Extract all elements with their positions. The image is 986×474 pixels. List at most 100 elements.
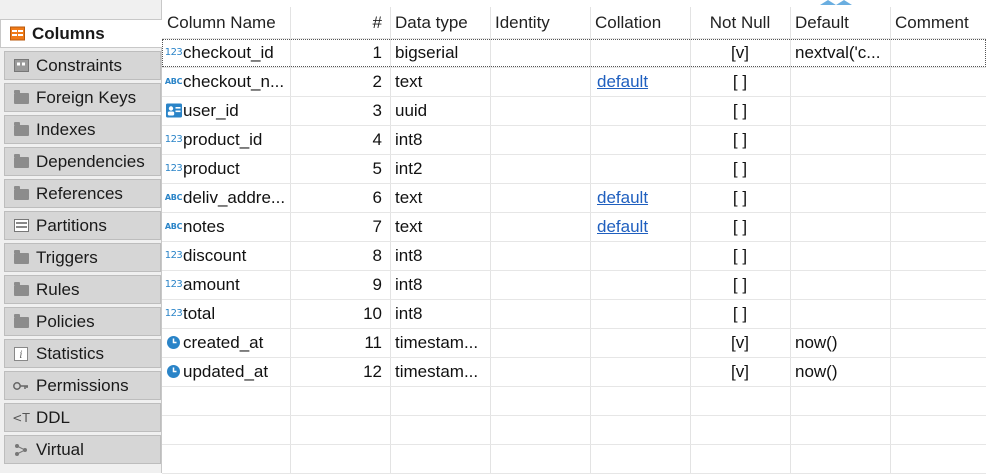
column-name-cell[interactable]: 123 discount (162, 241, 290, 270)
default-cell[interactable] (790, 96, 890, 125)
not-null-checkbox[interactable]: [ ] (690, 212, 790, 241)
column-name-cell[interactable]: 123 product (162, 154, 290, 183)
collation-cell[interactable] (590, 125, 690, 154)
comment-cell[interactable] (890, 299, 986, 328)
ordinal-cell[interactable]: 5 (290, 154, 390, 183)
column-name-cell[interactable]: ABC deliv_addre... (162, 183, 290, 212)
identity-cell[interactable] (490, 38, 590, 67)
type-cell[interactable]: uuid (390, 96, 490, 125)
ordinal-cell[interactable]: 9 (290, 270, 390, 299)
default-cell[interactable]: now() (790, 357, 890, 386)
column-name-cell[interactable]: 123 amount (162, 270, 290, 299)
tab-indexes[interactable]: Indexes (4, 115, 161, 144)
column-header-column-name[interactable]: Column Name (162, 8, 290, 38)
identity-cell[interactable] (490, 328, 590, 357)
collation-cell[interactable] (590, 96, 690, 125)
not-null-checkbox[interactable]: [ ] (690, 270, 790, 299)
identity-cell[interactable] (490, 67, 590, 96)
comment-cell[interactable] (890, 125, 986, 154)
collation-link[interactable]: default (597, 72, 648, 92)
type-cell[interactable]: int8 (390, 241, 490, 270)
identity-cell[interactable] (490, 270, 590, 299)
not-null-checkbox[interactable]: [ ] (690, 96, 790, 125)
collation-cell[interactable] (590, 299, 690, 328)
collation-cell[interactable] (590, 38, 690, 67)
column-name-cell[interactable]: 123 total (162, 299, 290, 328)
tab-rules[interactable]: Rules (4, 275, 161, 304)
collation-cell[interactable] (590, 154, 690, 183)
type-cell[interactable]: int8 (390, 125, 490, 154)
column-name-cell[interactable]: user_id (162, 96, 290, 125)
comment-cell[interactable] (890, 154, 986, 183)
not-null-checkbox[interactable]: [ ] (690, 154, 790, 183)
collation-cell[interactable] (590, 328, 690, 357)
not-null-checkbox[interactable]: [ ] (690, 241, 790, 270)
tab-references[interactable]: References (4, 179, 161, 208)
collation-cell[interactable]: default (590, 212, 690, 241)
tab-statistics[interactable]: i Statistics (4, 339, 161, 368)
comment-cell[interactable] (890, 212, 986, 241)
type-cell[interactable]: int8 (390, 270, 490, 299)
column-name-cell[interactable]: 123 product_id (162, 125, 290, 154)
default-cell[interactable] (790, 299, 890, 328)
collation-cell[interactable] (590, 270, 690, 299)
collation-cell[interactable]: default (590, 67, 690, 96)
tab-partitions[interactable]: Partitions (4, 211, 161, 240)
identity-cell[interactable] (490, 183, 590, 212)
tab-ddl[interactable]: <T DDL (4, 403, 161, 432)
column-header-identity[interactable]: Identity (490, 8, 590, 38)
default-cell[interactable] (790, 212, 890, 241)
column-name-cell[interactable]: 123 checkout_id (162, 38, 290, 67)
identity-cell[interactable] (490, 125, 590, 154)
default-cell[interactable] (790, 125, 890, 154)
type-cell[interactable]: timestam... (390, 328, 490, 357)
ordinal-cell[interactable]: 8 (290, 241, 390, 270)
ordinal-cell[interactable]: 4 (290, 125, 390, 154)
type-cell[interactable]: timestam... (390, 357, 490, 386)
column-header-default[interactable]: Default (790, 8, 890, 38)
collation-cell[interactable] (590, 241, 690, 270)
column-header-data-type[interactable]: Data type (390, 8, 490, 38)
not-null-checkbox[interactable]: [v] (690, 357, 790, 386)
ordinal-cell[interactable]: 11 (290, 328, 390, 357)
default-cell[interactable] (790, 154, 890, 183)
tab-policies[interactable]: Policies (4, 307, 161, 336)
ordinal-cell[interactable]: 12 (290, 357, 390, 386)
type-cell[interactable]: bigserial (390, 38, 490, 67)
not-null-checkbox[interactable]: [ ] (690, 67, 790, 96)
column-header-[interactable]: # (290, 8, 390, 38)
collapse-arrow-icon[interactable] (818, 0, 854, 5)
ordinal-cell[interactable]: 1 (290, 38, 390, 67)
type-cell[interactable]: text (390, 212, 490, 241)
not-null-checkbox[interactable]: [v] (690, 38, 790, 67)
identity-cell[interactable] (490, 154, 590, 183)
identity-cell[interactable] (490, 357, 590, 386)
column-header-collation[interactable]: Collation (590, 8, 690, 38)
column-header-not-null[interactable]: Not Null (690, 8, 790, 38)
type-cell[interactable]: int2 (390, 154, 490, 183)
comment-cell[interactable] (890, 241, 986, 270)
ordinal-cell[interactable]: 6 (290, 183, 390, 212)
comment-cell[interactable] (890, 328, 986, 357)
comment-cell[interactable] (890, 183, 986, 212)
identity-cell[interactable] (490, 96, 590, 125)
tab-constraints[interactable]: Constraints (4, 51, 161, 80)
type-cell[interactable]: int8 (390, 299, 490, 328)
collation-cell[interactable]: default (590, 183, 690, 212)
collation-link[interactable]: default (597, 217, 648, 237)
comment-cell[interactable] (890, 96, 986, 125)
collation-cell[interactable] (590, 357, 690, 386)
ordinal-cell[interactable]: 3 (290, 96, 390, 125)
column-header-comment[interactable]: Comment (890, 8, 986, 38)
default-cell[interactable]: nextval('c... (790, 38, 890, 67)
column-name-cell[interactable]: created_at (162, 328, 290, 357)
tab-dependencies[interactable]: Dependencies (4, 147, 161, 176)
not-null-checkbox[interactable]: [ ] (690, 183, 790, 212)
type-cell[interactable]: text (390, 67, 490, 96)
default-cell[interactable] (790, 270, 890, 299)
column-name-cell[interactable]: ABC notes (162, 212, 290, 241)
collation-link[interactable]: default (597, 188, 648, 208)
comment-cell[interactable] (890, 357, 986, 386)
tab-virtual[interactable]: Virtual (4, 435, 161, 464)
tab-triggers[interactable]: Triggers (4, 243, 161, 272)
